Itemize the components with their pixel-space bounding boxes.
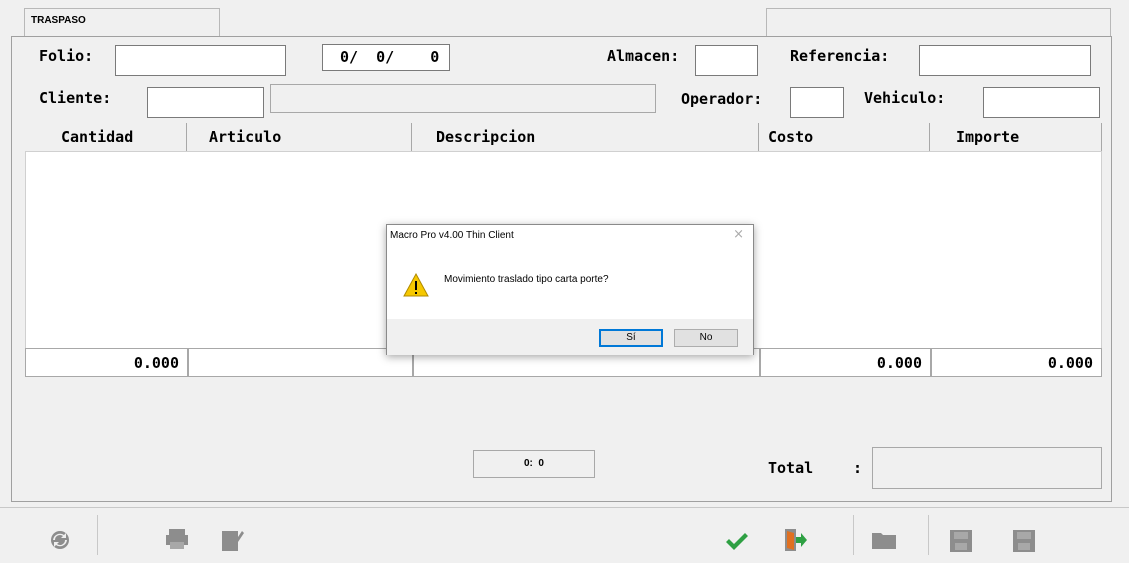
- col-header-descripcion[interactable]: Descripcion: [412, 123, 759, 152]
- col-label: Descripcion: [436, 128, 536, 146]
- tab-traspaso[interactable]: TRASPASO: [24, 8, 220, 38]
- folder-icon[interactable]: [872, 531, 896, 549]
- record-counter-text: 0: 0: [523, 458, 544, 469]
- col-label: Importe: [956, 128, 1020, 146]
- record-counter: 0: 0: [473, 450, 595, 478]
- date-text: 0/ 0/ 0: [340, 48, 440, 66]
- check-icon[interactable]: [724, 531, 748, 551]
- save-icon[interactable]: [950, 530, 972, 552]
- col-label: Articulo: [209, 128, 282, 146]
- edit-icon[interactable]: [222, 529, 244, 551]
- toolbar-separator: [97, 515, 98, 555]
- col-header-articulo[interactable]: Articulo: [187, 123, 412, 152]
- folio-input[interactable]: [115, 45, 286, 76]
- close-icon[interactable]: ×: [733, 227, 744, 242]
- referencia-input[interactable]: [919, 45, 1091, 76]
- warning-icon: [403, 272, 429, 297]
- operador-label: Operador:: [681, 90, 763, 108]
- folio-label: Folio:: [39, 47, 94, 65]
- total-colon: :: [853, 459, 863, 477]
- tab-label: TRASPASO: [31, 15, 86, 26]
- toolbar-separator: [853, 515, 854, 555]
- refresh-icon[interactable]: [50, 530, 70, 550]
- grand-total-field: [872, 447, 1102, 489]
- cliente-name-field: [270, 84, 656, 113]
- vehiculo-input[interactable]: [983, 87, 1100, 118]
- almacen-input[interactable]: [695, 45, 758, 76]
- referencia-label: Referencia:: [790, 47, 890, 65]
- confirm-dialog: Macro Pro v4.00 Thin Client × Movimiento…: [386, 224, 754, 355]
- vehiculo-label: Vehiculo:: [864, 89, 946, 107]
- print-icon[interactable]: [166, 529, 188, 549]
- total-costo-value: 0.000: [876, 354, 922, 372]
- total-cantidad: 0.000: [25, 348, 188, 377]
- total-costo: 0.000: [760, 348, 931, 377]
- col-header-importe[interactable]: Importe: [930, 123, 1102, 152]
- no-button[interactable]: No: [674, 329, 738, 347]
- disk-icon[interactable]: [1013, 530, 1035, 552]
- yes-button[interactable]: Sí: [599, 329, 663, 347]
- total-articulo: [188, 348, 413, 377]
- top-right-panel: [766, 8, 1111, 38]
- total-importe: 0.000: [931, 348, 1102, 377]
- col-header-costo[interactable]: Costo: [759, 123, 930, 152]
- almacen-label: Almacen:: [607, 47, 680, 65]
- cliente-input[interactable]: [147, 87, 264, 118]
- operador-input[interactable]: [790, 87, 844, 118]
- cliente-label: Cliente:: [39, 89, 112, 107]
- exit-door-icon[interactable]: [783, 528, 807, 552]
- toolbar-separator: [928, 515, 929, 555]
- dialog-title: Macro Pro v4.00 Thin Client: [390, 230, 514, 241]
- col-label: Costo: [768, 128, 814, 146]
- total-importe-value: 0.000: [1047, 354, 1093, 372]
- col-header-cantidad[interactable]: Cantidad: [25, 123, 187, 152]
- total-cantidad-value: 0.000: [133, 354, 179, 372]
- total-label: Total: [768, 459, 814, 477]
- date-field[interactable]: 0/ 0/ 0: [322, 44, 450, 71]
- col-label: Cantidad: [61, 128, 134, 146]
- dialog-message: Movimiento traslado tipo carta porte?: [444, 274, 609, 285]
